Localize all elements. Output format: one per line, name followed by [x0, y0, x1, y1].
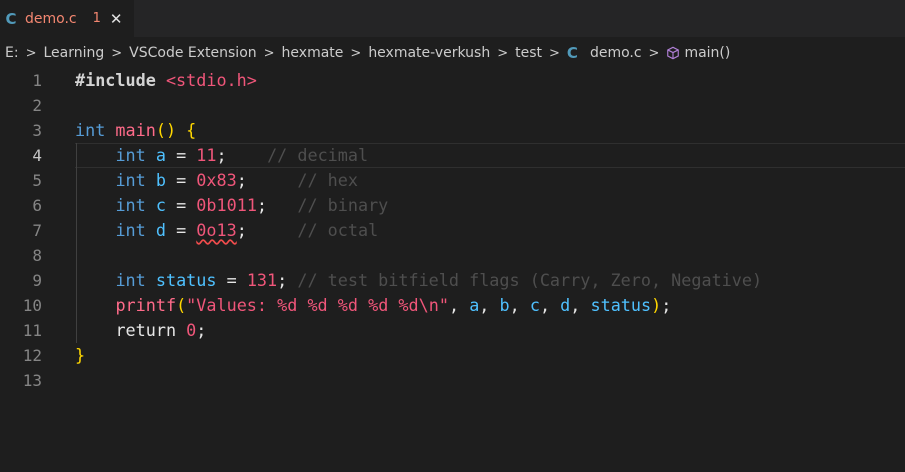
code-line[interactable]: #include <stdio.h>	[75, 68, 257, 93]
line-number: 3	[32, 121, 42, 140]
chevron-right-icon: >	[648, 45, 660, 61]
line-number: 5	[32, 171, 42, 190]
line-number: 9	[32, 271, 42, 290]
chevron-right-icon: >	[549, 45, 560, 61]
tab-demo-c[interactable]: C demo.c 1 ✕	[0, 0, 134, 37]
code-line[interactable]: return 0;	[75, 318, 206, 343]
breadcrumb: E: > Learning > VSCode Extension > hexma…	[0, 40, 905, 66]
line-number: 10	[22, 296, 42, 315]
code-line[interactable]: int b = 0x83; // hex	[75, 168, 358, 193]
line-number: 2	[32, 96, 42, 115]
breadcrumb-item-test[interactable]: test	[515, 45, 542, 61]
chevron-right-icon: >	[497, 45, 509, 61]
code-line[interactable]: }	[75, 343, 85, 368]
tab-bar: C demo.c 1 ✕	[0, 0, 905, 37]
code-line[interactable]: int d = 0o13; // octal	[75, 218, 378, 243]
line-number: 7	[32, 221, 42, 240]
line-number-active: 4	[32, 146, 42, 165]
problem-count-badge: 1	[92, 11, 101, 26]
breadcrumb-item-drive[interactable]: E:	[5, 45, 19, 61]
code-editor[interactable]: 1 2 3 4 5 6 7 8 9 10 11 12 13 #include <…	[0, 68, 905, 472]
breadcrumb-item-hexmate[interactable]: hexmate	[282, 45, 344, 61]
line-number: 11	[22, 321, 42, 340]
breadcrumb-item-symbol[interactable]: main()	[684, 45, 730, 61]
chevron-right-icon: >	[25, 45, 37, 61]
c-language-icon: C	[5, 9, 17, 28]
line-number: 12	[22, 346, 42, 365]
code-line[interactable]: int main() {	[75, 118, 196, 143]
line-number: 13	[22, 371, 42, 390]
breadcrumb-item-learning[interactable]: Learning	[43, 45, 104, 61]
breadcrumb-item-hexmate-verkush[interactable]: hexmate-verkush	[368, 45, 490, 61]
line-number: 1	[32, 71, 42, 90]
code-line[interactable]: int c = 0b1011; // binary	[75, 193, 388, 218]
code-line-active[interactable]: int a = 11; // decimal	[75, 143, 368, 168]
tab-label: demo.c	[25, 10, 77, 27]
breadcrumb-item-file[interactable]: demo.c	[590, 45, 642, 61]
line-number: 8	[32, 246, 42, 265]
code-line[interactable]: printf("Values: %d %d %d %d %d\n", a, b,…	[75, 293, 671, 318]
close-icon[interactable]: ✕	[110, 10, 123, 28]
symbol-method-cube-icon	[667, 46, 680, 60]
chevron-right-icon: >	[350, 45, 362, 61]
breadcrumb-item-vscode-extension[interactable]: VSCode Extension	[129, 45, 256, 61]
line-number: 6	[32, 196, 42, 215]
code-line[interactable]: int status = 131; // test bitfield flags…	[75, 268, 762, 293]
chevron-right-icon: >	[263, 45, 275, 61]
c-language-icon: C	[566, 44, 578, 62]
chevron-right-icon: >	[111, 45, 123, 61]
